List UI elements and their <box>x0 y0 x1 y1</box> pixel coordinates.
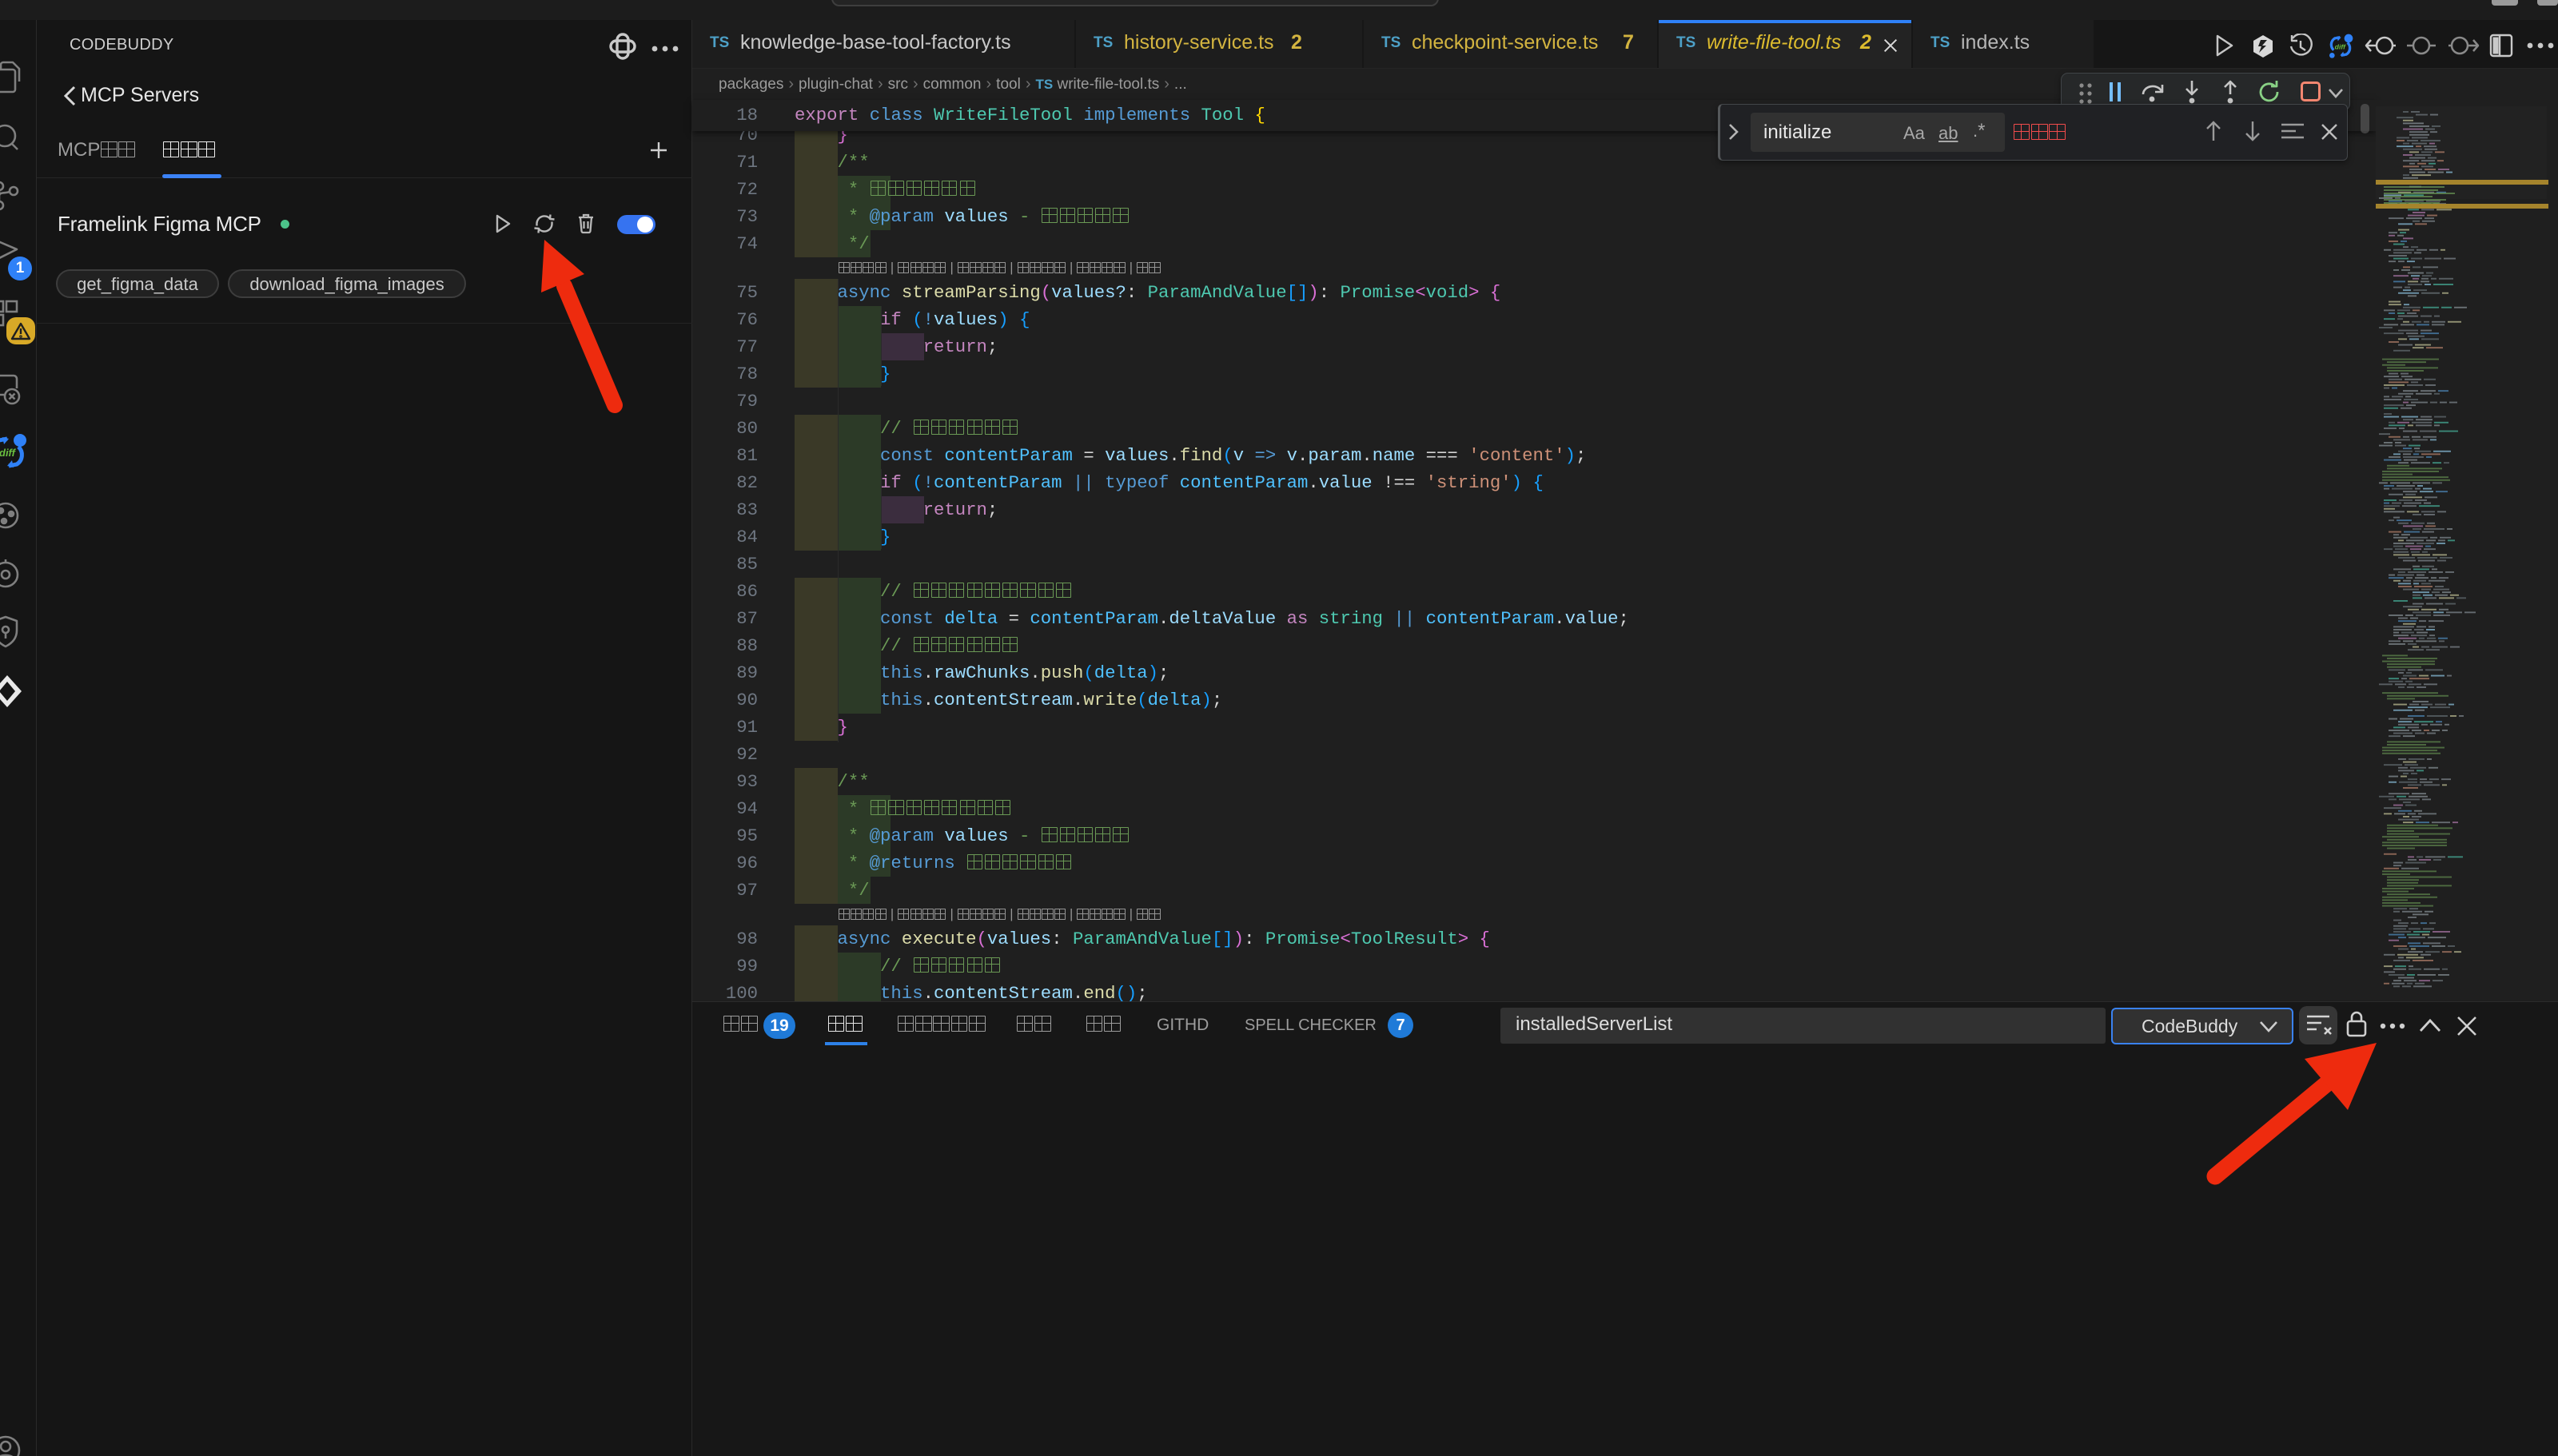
svg-text:diff: diff <box>0 447 17 459</box>
svg-text:diff: diff <box>2335 42 2346 50</box>
